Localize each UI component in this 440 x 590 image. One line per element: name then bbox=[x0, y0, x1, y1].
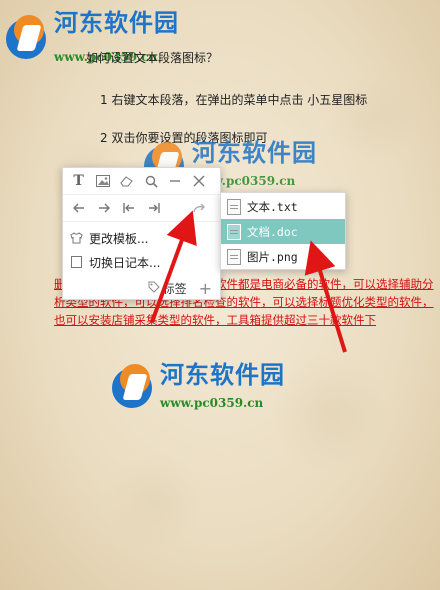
document-icon bbox=[227, 198, 241, 215]
tag-icon bbox=[148, 281, 160, 296]
step-1-text: 1 右键文本段落，在弹出的菜单中点击 小五星图标 bbox=[100, 93, 368, 107]
question-text: 如何设置文本段落图标？ bbox=[86, 51, 219, 65]
image-icon[interactable] bbox=[93, 171, 112, 191]
menu-item-change-template[interactable]: 更改模板... bbox=[63, 226, 220, 250]
watermark-bottom: 河东软件园 www.pc0359.cn bbox=[112, 362, 285, 410]
popup-footer: 标签 + bbox=[63, 277, 220, 299]
eraser-icon[interactable] bbox=[117, 171, 136, 191]
watermark-name: 河东软件园 bbox=[192, 139, 317, 167]
shirt-icon bbox=[69, 231, 83, 245]
arrow-left-icon[interactable] bbox=[69, 198, 89, 218]
watermark-name: 河东软件园 bbox=[160, 361, 285, 389]
submenu-item-doc[interactable]: 文档.doc bbox=[221, 219, 345, 244]
popup-toolbar: T bbox=[63, 168, 220, 195]
popup-nav-toolbar bbox=[63, 195, 220, 222]
submenu-item-label: 文本.txt bbox=[247, 199, 298, 214]
menu-item-switch-diary[interactable]: 切换日记本... bbox=[63, 250, 220, 274]
add-icon[interactable]: + bbox=[199, 279, 212, 298]
watermark-url: www.pc0359.cn bbox=[160, 396, 264, 410]
redo-icon[interactable] bbox=[189, 198, 209, 218]
notebook-icon bbox=[69, 255, 83, 269]
minimize-icon[interactable] bbox=[166, 171, 185, 191]
submenu-item-label: 文档.doc bbox=[247, 224, 298, 239]
indent-left-icon[interactable] bbox=[119, 198, 139, 218]
submenu-item-text[interactable]: 文本.txt bbox=[221, 194, 345, 219]
menu-item-label: 更改模板... bbox=[89, 231, 149, 246]
indent-right-icon[interactable] bbox=[144, 198, 164, 218]
watermark-name: 河东软件园 bbox=[54, 9, 179, 37]
tag-button[interactable]: 标签 bbox=[163, 280, 187, 297]
watermark-logo-icon bbox=[112, 364, 156, 408]
menu-item-label: 切换日记本... bbox=[89, 255, 161, 270]
submenu-item-label: 图片.png bbox=[247, 249, 298, 264]
document-icon bbox=[227, 223, 241, 240]
arrow-right-icon[interactable] bbox=[94, 198, 114, 218]
paragraph-popup: T 更改模板... 切换日记本... 标签 + bbox=[62, 167, 221, 300]
text-icon[interactable]: T bbox=[69, 171, 88, 191]
icon-submenu: 文本.txt 文档.doc 图片.png bbox=[220, 192, 346, 270]
search-icon[interactable] bbox=[142, 171, 161, 191]
watermark-logo-icon bbox=[6, 15, 50, 59]
document-icon bbox=[227, 248, 241, 265]
close-icon[interactable] bbox=[190, 171, 209, 191]
submenu-item-image[interactable]: 图片.png bbox=[221, 244, 345, 269]
